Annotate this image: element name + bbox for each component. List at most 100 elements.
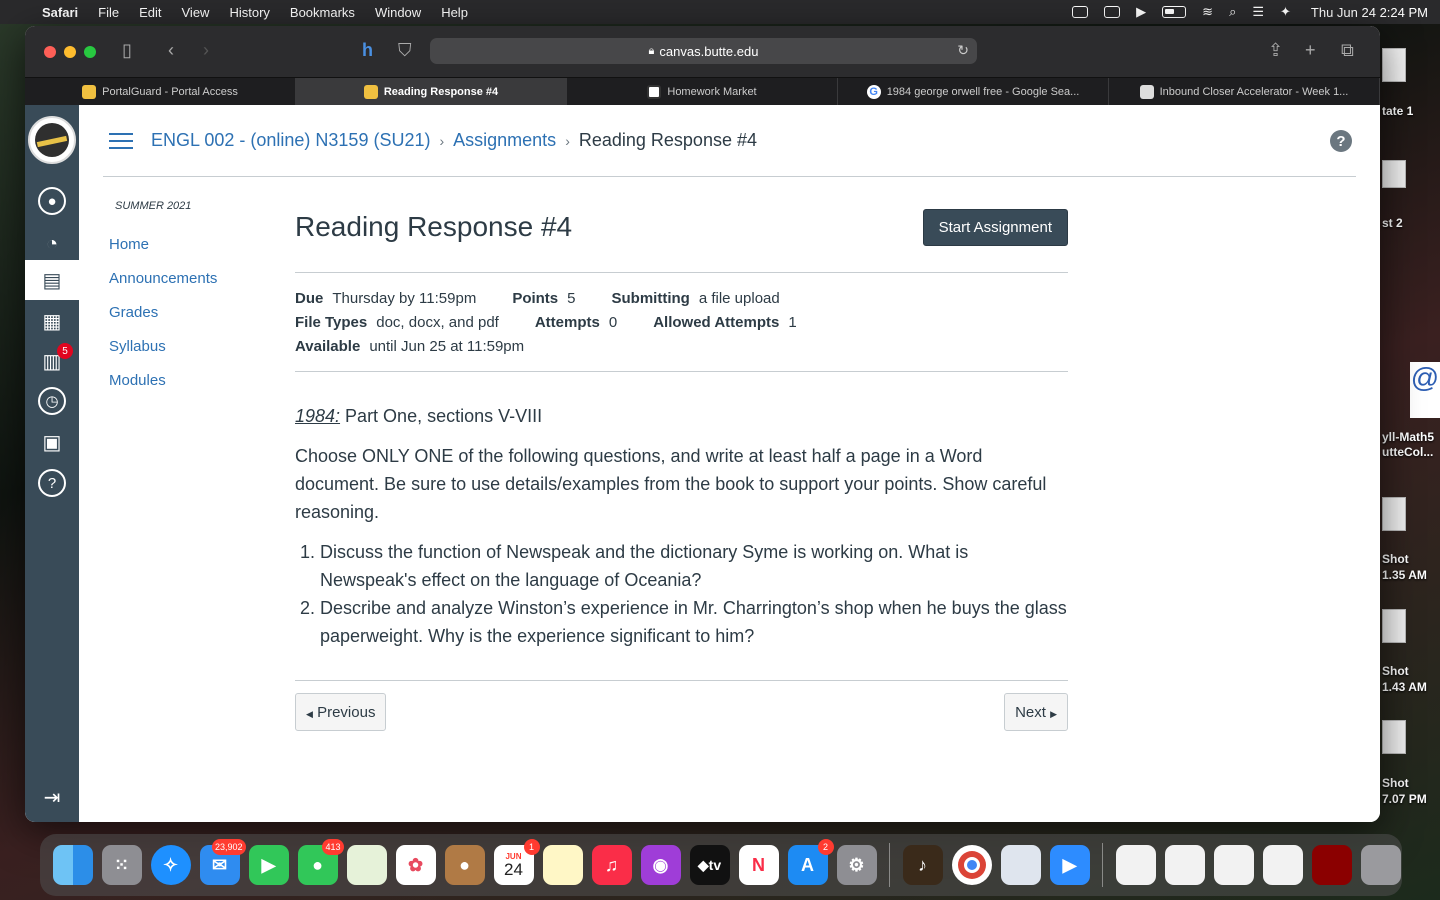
back-icon[interactable]: ‹ [168,40,174,61]
breadcrumb-assignments[interactable]: Assignments [453,130,556,151]
desktop-file-thumbnail[interactable] [1382,497,1406,531]
menu-view[interactable]: View [182,5,210,20]
sidebar-toggle-icon[interactable]: ▯ [122,40,132,61]
menu-clock[interactable]: Thu Jun 24 2:24 PM [1311,5,1428,20]
desktop-label[interactable]: Shot [1382,552,1409,567]
courses-nav-item[interactable]: ▤ [25,260,79,300]
screen-record-icon[interactable] [1072,6,1089,18]
forward-icon[interactable]: › [203,40,209,61]
reload-icon[interactable]: ↻ [957,42,969,59]
podcasts-icon[interactable]: ◉ [640,845,681,885]
preview-icon[interactable] [1000,845,1041,885]
desktop-label[interactable]: tate 1 [1382,104,1413,119]
keyboard-icon[interactable] [1104,6,1121,18]
next-button[interactable]: Next ▶ [1004,693,1068,731]
previous-button[interactable]: ◀ Previous [295,693,387,731]
desktop-label[interactable]: 1.43 AM [1382,680,1427,695]
calendar-app-icon[interactable]: JUN 24 1 [493,839,540,885]
desktop-webloc-icon[interactable]: @ [1410,362,1440,418]
garageband-icon[interactable]: ♪ [902,845,943,885]
desktop-file-thumbnail[interactable] [1382,609,1406,643]
tab-homework-market[interactable]: Homework Market [567,78,838,105]
extension-icon[interactable]: h [362,40,373,61]
course-nav-modules[interactable]: Modules [109,372,217,389]
hamburger-menu-icon[interactable] [109,128,133,154]
photos-icon[interactable]: ✿ [395,845,436,885]
menu-file[interactable]: File [98,5,119,20]
course-nav-announcements[interactable]: Announcements [109,270,217,287]
app-store-icon[interactable]: A2 [787,839,834,885]
play-icon[interactable]: ▶ [1136,4,1146,20]
safari-icon[interactable]: ✧ [150,845,191,885]
address-bar[interactable]: 🔒︎ canvas.butte.edu ↻ [430,38,977,64]
tab-inbound-closer[interactable]: Inbound Closer Accelerator - Week 1... [1109,78,1380,105]
contacts-icon[interactable]: ● [444,845,485,885]
desktop-label[interactable]: st 2 [1382,216,1403,231]
butte-college-logo[interactable] [28,116,76,164]
privacy-shield-icon[interactable]: ⛉ [398,40,412,61]
system-preferences-icon[interactable]: ⚙ [836,845,877,885]
siri-icon[interactable]: ✦ [1280,4,1291,20]
recent-document-icon[interactable] [1115,845,1156,885]
launchpad-icon[interactable]: ⁙ [101,845,142,885]
search-icon[interactable]: ⌕ [1229,4,1236,20]
menu-edit[interactable]: Edit [139,5,161,20]
course-nav-grades[interactable]: Grades [109,304,217,321]
course-nav-home[interactable]: Home [109,236,217,253]
news-icon[interactable]: N [738,845,779,885]
course-nav-syllabus[interactable]: Syllabus [109,338,217,355]
desktop-label[interactable]: Shot [1382,776,1409,791]
menu-bookmarks[interactable]: Bookmarks [290,5,355,20]
maps-icon[interactable] [346,845,387,885]
studio-nav-item[interactable]: ▣ [25,422,79,462]
finder-icon[interactable] [52,845,93,885]
battery-icon[interactable] [1162,6,1187,18]
zoom-icon[interactable]: ▶ [1049,845,1090,885]
messages-icon[interactable]: ● 413 [297,839,344,885]
calendar-nav-item[interactable]: ▦ [25,301,79,341]
close-window-button[interactable] [44,45,56,58]
desktop-label[interactable]: 7.07 PM [1382,792,1427,807]
menu-app-safari[interactable]: Safari [42,5,78,20]
fullscreen-window-button[interactable] [84,45,96,58]
chrome-icon[interactable] [951,845,992,885]
menu-window[interactable]: Window [375,5,421,20]
account-nav-item[interactable]: ● [25,181,79,221]
minimize-window-button[interactable] [64,45,76,58]
inbox-nav-item[interactable]: ▥ 5 [25,341,79,381]
collapse-nav-item[interactable]: ⇥ [25,777,79,817]
desktop-label[interactable]: yll-Math5 [1382,430,1434,445]
history-nav-item[interactable]: ◷ [25,381,79,421]
apple-tv-icon[interactable]: ◆ tv [689,845,730,885]
trash-icon[interactable] [1360,845,1401,885]
desktop-file-thumbnail[interactable] [1382,160,1406,188]
tab-google-search[interactable]: G 1984 george orwell free - Google Sea..… [838,78,1109,105]
notes-icon[interactable] [542,845,583,885]
control-center-icon[interactable]: ☰ [1252,4,1264,20]
tab-overview-icon[interactable]: ⧉ [1341,40,1354,61]
breadcrumb-course[interactable]: ENGL 002 - (online) N3159 (SU21) [151,130,430,151]
recent-document-icon[interactable] [1213,845,1254,885]
mail-icon[interactable]: ✉ 23,902 [199,839,246,885]
desktop-label[interactable]: Shot [1382,664,1409,679]
recent-document-icon[interactable] [1262,845,1303,885]
music-icon[interactable]: ♫ [591,845,632,885]
new-tab-icon[interactable]: + [1305,40,1316,61]
tab-reading-response[interactable]: Reading Response #4 [296,78,567,105]
facetime-icon[interactable]: ▶ [248,845,289,885]
help-nav-item[interactable]: ? [25,463,79,503]
menu-history[interactable]: History [229,5,269,20]
desktop-label[interactable]: 1.35 AM [1382,568,1427,583]
question-help-icon[interactable]: ? [1330,130,1352,152]
wifi-icon[interactable]: ≋ [1202,4,1213,20]
recent-document-icon[interactable] [1311,845,1352,885]
dashboard-nav-item[interactable]: ◔ [25,224,79,264]
desktop-file-thumbnail[interactable] [1382,720,1406,754]
start-assignment-button[interactable]: Start Assignment [922,208,1068,246]
menu-help[interactable]: Help [441,5,468,20]
tab-portalguard[interactable]: PortalGuard - Portal Access [25,78,296,105]
recent-document-icon[interactable] [1164,845,1205,885]
desktop-label[interactable]: utteCol... [1382,445,1433,460]
desktop-file-thumbnail[interactable] [1382,48,1406,82]
share-icon[interactable]: ⇪ [1268,40,1283,61]
